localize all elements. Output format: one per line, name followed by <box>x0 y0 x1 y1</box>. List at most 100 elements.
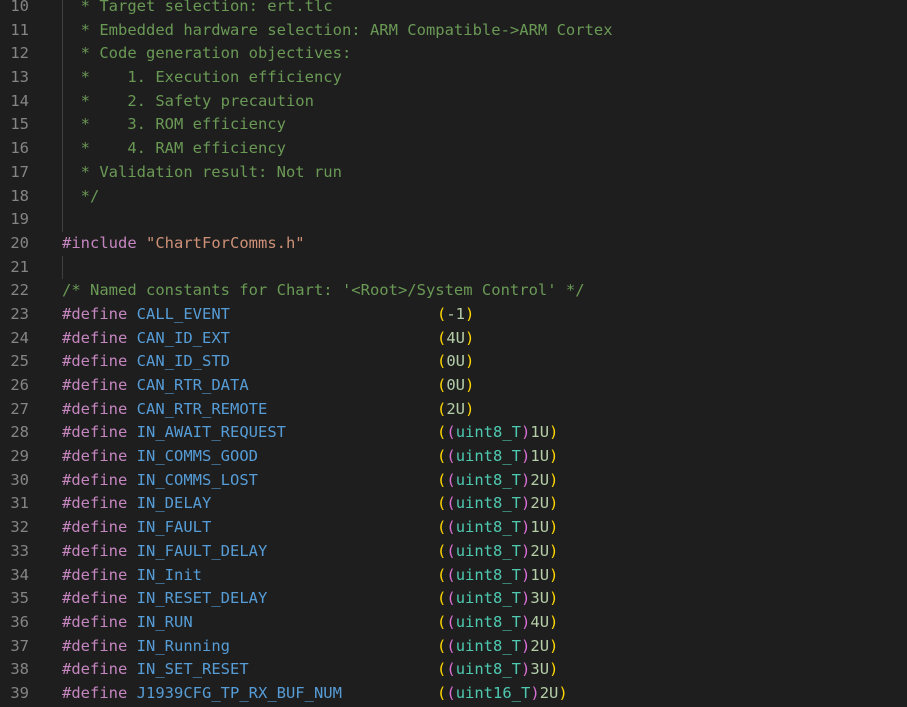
code-line[interactable]: 37 #define IN_Running ((uint8_T)2U) <box>0 635 907 659</box>
macro-number: 2U <box>446 399 466 418</box>
code-line[interactable]: 32 #define IN_FAULT ((uint8_T)1U) <box>0 516 907 540</box>
code-line[interactable]: 31 #define IN_DELAY ((uint8_T)2U) <box>0 492 907 516</box>
code-line[interactable]: 23 #define CALL_EVENT (-1) <box>0 303 907 327</box>
macro-name: IN_DELAY <box>136 494 212 513</box>
define-directive: #define <box>62 470 128 489</box>
cast-type: uint8_T <box>455 494 522 513</box>
macro-value: ((uint8_T)1U) <box>437 518 559 537</box>
macro-name: IN_Init <box>136 565 202 584</box>
code-line[interactable]: 36 #define IN_RUN ((uint8_T)4U) <box>0 611 907 635</box>
comment-text: * 2. Safety precaution <box>62 91 314 110</box>
macro-value: ((uint8_T)1U) <box>437 447 559 466</box>
line-number: 38 <box>10 660 29 679</box>
code-text: /* Named constants for Chart: '<Root>/Sy… <box>62 279 585 303</box>
code-line[interactable]: 28 #define IN_AWAIT_REQUEST ((uint8_T)1U) <box>0 421 907 445</box>
define-directive: #define <box>62 328 128 347</box>
code-line[interactable]: 18 */ <box>0 184 907 209</box>
macro-number: -1 <box>446 304 466 323</box>
code-line[interactable]: 14 * 2. Safety precaution <box>0 89 907 114</box>
code-text: #define IN_Running <box>62 635 230 659</box>
cast-type: uint16_T <box>455 683 531 702</box>
macro-value: ((uint8_T)2U) <box>437 470 559 489</box>
code-text: #define CALL_EVENT <box>62 303 230 327</box>
code-line[interactable]: 30 #define IN_COMMS_LOST ((uint8_T)2U) <box>0 469 907 493</box>
define-directive: #define <box>62 683 128 702</box>
code-editor[interactable]: 10 * Target selection: ert.tlc 11 * Embed… <box>0 0 907 706</box>
line-number: 16 <box>10 139 29 158</box>
code-line[interactable]: 21 <box>0 255 907 280</box>
cast-type: uint8_T <box>455 660 522 679</box>
code-line[interactable]: 34 #define IN_Init ((uint8_T)1U) <box>0 564 907 588</box>
code-line[interactable]: 27 #define CAN_RTR_REMOTE (2U) <box>0 398 907 422</box>
code-text: #define CAN_ID_EXT <box>62 327 230 351</box>
comment-text: * 3. ROM efficiency <box>62 115 286 134</box>
define-directive: #define <box>62 304 128 323</box>
code-text: * Embedded hardware selection: ARM Compa… <box>62 19 613 43</box>
cast-type: uint8_T <box>455 589 522 608</box>
code-line[interactable]: 10 * Target selection: ert.tlc <box>0 0 907 19</box>
code-line[interactable]: 29 #define IN_COMMS_GOOD ((uint8_T)1U) <box>0 445 907 469</box>
code-line[interactable]: 12 * Code generation objectives: <box>0 42 907 67</box>
code-line[interactable]: 20 #include "ChartForComms.h" <box>0 232 907 256</box>
line-number: 35 <box>10 589 29 608</box>
code-line[interactable]: 24 #define CAN_ID_EXT (4U) <box>0 327 907 351</box>
comment-text: * 1. Execution efficiency <box>62 68 342 87</box>
define-directive: #define <box>62 352 128 371</box>
cast-type: uint8_T <box>455 518 522 537</box>
macro-name: J1939CFG_TP_RX_BUF_NUM <box>136 683 342 702</box>
code-line[interactable]: 15 * 3. ROM efficiency <box>0 113 907 138</box>
macro-value: ((uint8_T)2U) <box>437 494 559 513</box>
code-text: * Code generation objectives: <box>62 42 352 66</box>
code-text: #define IN_AWAIT_REQUEST <box>62 421 286 445</box>
line-number: 14 <box>10 91 29 110</box>
code-text: * Validation result: Not run <box>62 161 342 185</box>
cast-type: uint8_T <box>455 636 522 655</box>
macro-number: 2U <box>539 683 559 702</box>
define-directive: #define <box>62 612 128 631</box>
include-file: "ChartForComms.h" <box>146 233 305 252</box>
code-line[interactable]: 19 <box>0 208 907 232</box>
macro-number: 1U <box>530 447 550 466</box>
code-line[interactable]: 33 #define IN_FAULT_DELAY ((uint8_T)2U) <box>0 540 907 564</box>
code-text: #define CAN_RTR_REMOTE <box>62 398 267 422</box>
code-line[interactable]: 25 #define CAN_ID_STD (0U) <box>0 350 907 374</box>
code-text: #define IN_Init <box>62 564 202 588</box>
define-directive: #define <box>62 565 128 584</box>
line-number: 28 <box>10 423 29 442</box>
code-line[interactable]: 22 /* Named constants for Chart: '<Root>/… <box>0 279 907 303</box>
code-text: * 4. RAM efficiency <box>62 137 286 161</box>
code-line[interactable]: 35 #define IN_RESET_DELAY ((uint8_T)3U) <box>0 587 907 611</box>
code-line[interactable]: 13 * 1. Execution efficiency <box>0 66 907 90</box>
macro-name: IN_RUN <box>136 612 193 631</box>
code-line[interactable]: 39 #define J1939CFG_TP_RX_BUF_NUM ((uint16… <box>0 682 907 706</box>
code-text: * 1. Execution efficiency <box>62 66 342 90</box>
code-line[interactable]: 17 * Validation result: Not run <box>0 160 907 185</box>
code-text: #define IN_FAULT <box>62 516 211 540</box>
code-line[interactable]: 26 #define CAN_RTR_DATA (0U) <box>0 374 907 398</box>
cast-type: uint8_T <box>455 612 522 631</box>
code-line[interactable]: 11 * Embedded hardware selection: ARM Co… <box>0 18 907 43</box>
macro-number: 4U <box>530 612 550 631</box>
line-number: 25 <box>10 352 29 371</box>
line-number: 11 <box>10 20 29 39</box>
code-line[interactable]: 16 * 4. RAM efficiency <box>0 137 907 161</box>
comment-text: * Code generation objectives: <box>62 44 352 63</box>
macro-name: CAN_RTR_REMOTE <box>136 399 268 418</box>
cast-type: uint8_T <box>455 447 522 466</box>
line-number: 22 <box>10 281 29 300</box>
comment-text: * Validation result: Not run <box>62 162 342 181</box>
macro-value: ((uint8_T)2U) <box>437 636 559 655</box>
macro-number: 0U <box>446 376 466 394</box>
line-number: 21 <box>10 257 29 276</box>
line-number: 26 <box>10 376 29 394</box>
macro-value: ((uint8_T)3U) <box>437 589 559 608</box>
macro-number: 3U <box>530 589 550 608</box>
define-directive: #define <box>62 376 128 394</box>
include-directive: #include <box>62 233 137 252</box>
line-number: 34 <box>10 565 29 584</box>
code-text: #define CAN_ID_STD <box>62 350 230 374</box>
macro-value: ((uint8_T)1U) <box>437 565 559 584</box>
macro-value: (-1) <box>437 304 475 323</box>
macro-number: 1U <box>530 423 550 442</box>
code-line[interactable]: 38 #define IN_SET_RESET ((uint8_T)3U) <box>0 658 907 682</box>
